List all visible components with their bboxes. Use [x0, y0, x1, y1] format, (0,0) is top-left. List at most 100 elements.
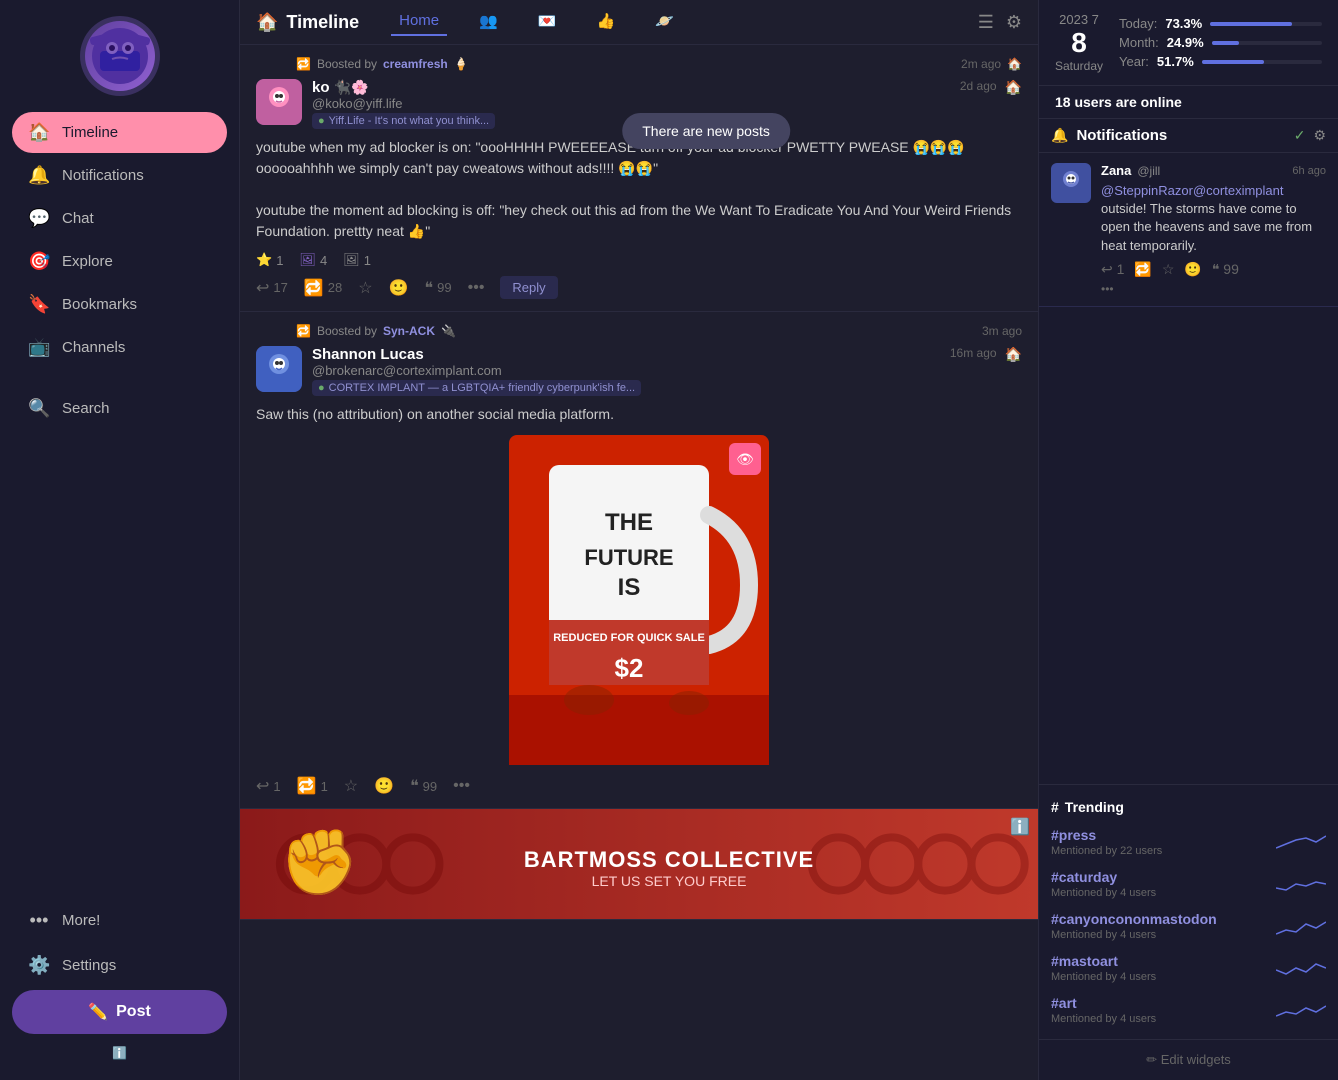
svg-text:$2: $2 — [615, 653, 644, 683]
media-stat: 🖼 1 — [343, 252, 371, 268]
trending-item[interactable]: #canyoncononmastodon Mentioned by 4 user… — [1039, 905, 1338, 947]
svg-text:THE: THE — [605, 509, 653, 536]
sidebar-item-bookmarks[interactable]: 🔖 Bookmarks — [12, 284, 227, 325]
post-button[interactable]: ✏️ Post — [12, 990, 227, 1034]
home-icon: 🏠 — [28, 122, 50, 143]
post-home-icon[interactable]: 🏠 — [1005, 79, 1022, 96]
new-posts-toast[interactable]: There are new posts — [622, 113, 790, 149]
trend-chart — [1276, 872, 1326, 896]
tab-likes[interactable]: 👍 — [589, 8, 624, 36]
quote-action[interactable]: ❝ 99 — [410, 776, 437, 796]
sidebar-item-more[interactable]: ••• More! — [12, 900, 227, 941]
post-author-avatar[interactable] — [256, 346, 302, 392]
post-handle[interactable]: @brokenarc@corteximplant.com — [312, 363, 940, 378]
tab-friends[interactable]: 👥 — [471, 8, 506, 36]
media-icon: 🖼 — [343, 252, 360, 268]
notif-emoji-action[interactable]: 🙂 — [1184, 261, 1201, 278]
sidebar-item-notifications[interactable]: 🔔 Notifications — [12, 155, 227, 196]
post-image-wrapper: THE FUTURE IS REDUCED FOR QUICK SALE $2 — [256, 435, 1022, 768]
sidebar-item-label: Timeline — [62, 124, 118, 141]
boost-action[interactable]: 🔁 28 — [304, 278, 342, 298]
notifications-settings-button[interactable]: ⚙ — [1313, 127, 1326, 144]
trending-section: # Trending #press Mentioned by 22 users … — [1039, 784, 1338, 1039]
post-author-avatar[interactable] — [256, 79, 302, 125]
sidebar-item-settings[interactable]: ⚙️ Settings — [12, 945, 227, 986]
tab-dm[interactable]: 💌 — [530, 8, 565, 36]
sidebar-item-chat[interactable]: 💬 Chat — [12, 198, 227, 239]
boost-user[interactable]: Syn-ACK — [383, 324, 435, 338]
post-author-name[interactable]: Shannon Lucas — [312, 346, 424, 363]
boost-action[interactable]: 🔁 1 — [297, 776, 328, 796]
trending-item[interactable]: #press Mentioned by 22 users — [1039, 821, 1338, 863]
notif-star-action[interactable]: ☆ — [1162, 261, 1175, 278]
sidebar-item-search[interactable]: 🔍 Search — [12, 388, 227, 429]
tab-explore[interactable]: 🪐 — [647, 8, 682, 36]
star-action[interactable]: ☆ — [358, 278, 372, 298]
notif-reply-action[interactable]: ↩ 1 — [1101, 261, 1124, 278]
post-author-emojis: 🐈‍⬛🌸 — [334, 79, 369, 96]
notifications-title: Notifications — [1076, 127, 1285, 144]
info-icon: ℹ️ — [112, 1046, 127, 1060]
trending-tag: #canyoncononmastodon — [1051, 911, 1276, 927]
sidebar-item-explore[interactable]: 🎯 Explore — [12, 241, 227, 282]
emoji-action[interactable]: 🙂 — [389, 278, 409, 298]
month-stat: Month: 24.9% — [1119, 35, 1322, 50]
more-action[interactable]: ••• — [468, 279, 485, 297]
reply-action[interactable]: ↩ 17 — [256, 278, 288, 298]
gear-icon[interactable]: ⚙ — [1006, 12, 1022, 33]
boost-line: 🔁 Boosted by creamfresh 🍦 2m ago 🏠 — [256, 57, 1022, 71]
settings-label: Settings — [62, 957, 116, 974]
hash-icon: # — [1051, 799, 1059, 815]
boost-user[interactable]: creamfresh — [383, 57, 448, 71]
post-handle[interactable]: @koko@yiff.life — [312, 96, 950, 111]
main-content: 🏠 Timeline Home 👥 💌 👍 🪐 ☰ ⚙ — [240, 0, 1038, 1080]
post-author-name[interactable]: ko — [312, 79, 330, 96]
avatar-image — [85, 21, 155, 91]
trending-item[interactable]: #art Mentioned by 4 users — [1039, 989, 1338, 1031]
svg-text:REDUCED FOR QUICK SALE: REDUCED FOR QUICK SALE — [553, 632, 705, 644]
trending-header: # Trending — [1039, 793, 1338, 821]
user-avatar[interactable] — [80, 16, 160, 96]
reply-action[interactable]: ↩ 1 — [256, 776, 281, 796]
instance-dot: ● — [318, 115, 325, 127]
stats-bar: 2023 7 8 Saturday Today: 73.3% Month: 24… — [1039, 0, 1338, 86]
trending-count: Mentioned by 4 users — [1051, 929, 1276, 941]
home-icon: 🏠 — [1007, 57, 1022, 71]
more-action[interactable]: ••• — [453, 777, 470, 795]
mark-read-button[interactable]: ✓ — [1294, 127, 1306, 144]
emoji-action[interactable]: 🙂 — [374, 776, 394, 796]
star-stat: ⭐ 1 — [256, 252, 283, 268]
mention-link[interactable]: @SteppinRazor@corteximplant — [1101, 183, 1283, 198]
dm-icon: 💌 — [538, 13, 557, 30]
banner-info-icon[interactable]: ℹ️ — [1010, 817, 1030, 837]
day-name: Saturday — [1055, 59, 1103, 73]
sidebar-bottom: ••• More! ⚙️ Settings ✏️ Post ℹ️ — [0, 888, 239, 1080]
edit-widgets-button[interactable]: ✏ Edit widgets — [1039, 1039, 1338, 1080]
notif-avatar[interactable] — [1051, 163, 1091, 203]
pencil-icon: ✏️ — [88, 1002, 108, 1022]
notif-more[interactable]: ••• — [1101, 282, 1326, 296]
trending-item[interactable]: #caturday Mentioned by 4 users — [1039, 863, 1338, 905]
notif-quote-action[interactable]: ❝ 99 — [1212, 261, 1239, 278]
bell-icon: 🔔 — [1051, 127, 1068, 144]
image-toggle-button[interactable]: 👁 — [729, 443, 761, 475]
list-icon[interactable]: ☰ — [978, 12, 994, 33]
post-card: 🔁 Boosted by creamfresh 🍦 2m ago 🏠 — [240, 45, 1038, 312]
post-home-icon[interactable]: 🏠 — [1005, 346, 1022, 363]
sidebar-item-timeline[interactable]: 🏠 Timeline — [12, 112, 227, 153]
quote-action[interactable]: ❝ 99 — [425, 278, 452, 298]
trend-chart — [1276, 914, 1326, 938]
notif-boost-action[interactable]: 🔁 — [1134, 261, 1151, 278]
boost-line: 🔁 Boosted by Syn-ACK 🔌 3m ago — [256, 324, 1022, 338]
tab-home[interactable]: Home — [391, 8, 447, 36]
trending-item[interactable]: #mastoart Mentioned by 4 users — [1039, 947, 1338, 989]
year-display: 2023 7 — [1055, 12, 1103, 27]
usage-stats: Today: 73.3% Month: 24.9% Year: 51.7% — [1119, 16, 1322, 69]
trending-count: Mentioned by 4 users — [1051, 887, 1276, 899]
banner-content[interactable]: ✊ BARTMOSS COLLECTIVE LET US SET YOU FRE… — [240, 809, 1038, 919]
star-action[interactable]: ☆ — [344, 776, 358, 796]
post-instance: ● Yiff.Life - It's not what you think... — [312, 113, 495, 129]
sidebar-item-channels[interactable]: 📺 Channels — [12, 327, 227, 368]
reply-button[interactable]: Reply — [500, 276, 557, 299]
notif-user[interactable]: Zana — [1101, 163, 1131, 178]
